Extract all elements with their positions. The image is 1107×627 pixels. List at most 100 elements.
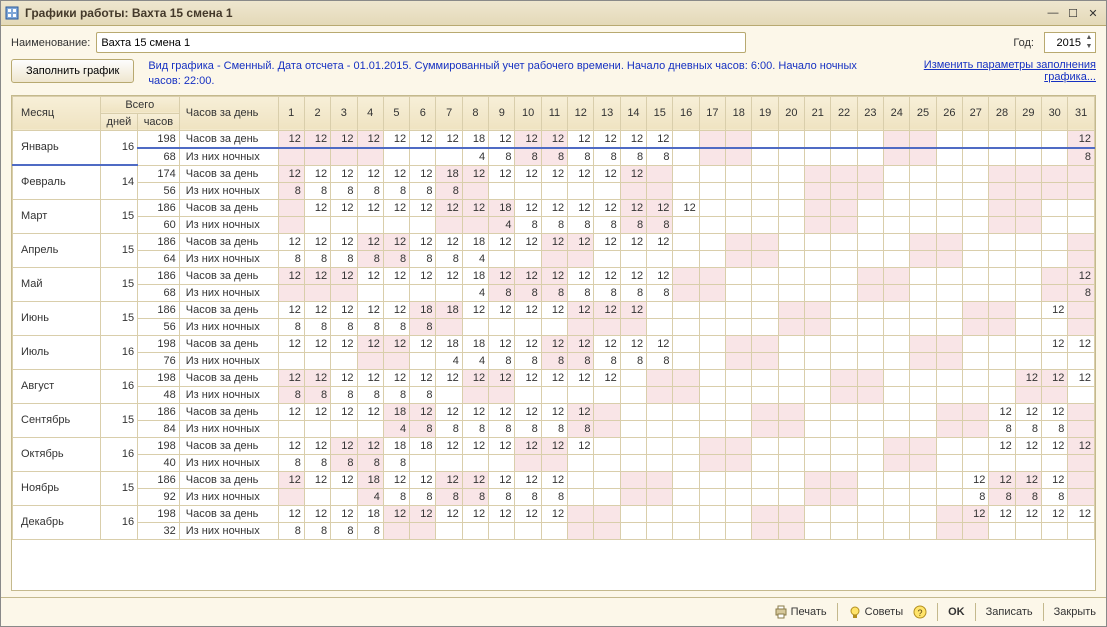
cell[interactable] <box>594 182 620 199</box>
cell[interactable] <box>910 130 936 148</box>
cell[interactable]: 12 <box>515 267 541 284</box>
cell[interactable] <box>884 505 910 522</box>
cell[interactable] <box>805 318 831 335</box>
cell[interactable] <box>699 403 725 420</box>
cell[interactable]: 12 <box>462 471 488 488</box>
cell[interactable]: 12 <box>436 130 462 148</box>
cell[interactable] <box>778 386 804 403</box>
cell[interactable] <box>805 216 831 233</box>
row-label-night[interactable]: Из них ночных <box>179 318 278 335</box>
cell[interactable]: 8 <box>647 284 673 301</box>
total-night[interactable]: 92 <box>138 488 180 505</box>
cell[interactable] <box>410 216 436 233</box>
cell[interactable] <box>989 352 1015 369</box>
col-day-29[interactable]: 29 <box>1015 96 1041 130</box>
cell[interactable]: 12 <box>410 233 436 250</box>
cell[interactable] <box>989 216 1015 233</box>
cell[interactable] <box>410 148 436 166</box>
cell[interactable] <box>752 233 778 250</box>
cell[interactable]: 4 <box>462 352 488 369</box>
cell[interactable] <box>673 148 699 166</box>
cell[interactable] <box>541 318 567 335</box>
cell[interactable]: 8 <box>515 420 541 437</box>
year-spinner[interactable]: ▲ ▼ <box>1044 32 1096 53</box>
cell[interactable]: 12 <box>1015 403 1041 420</box>
cell[interactable] <box>989 284 1015 301</box>
total-hours[interactable]: 198 <box>138 437 180 454</box>
cell[interactable] <box>884 318 910 335</box>
cell[interactable] <box>857 386 883 403</box>
cell[interactable] <box>752 250 778 267</box>
cell[interactable] <box>1015 216 1041 233</box>
schedule-grid[interactable]: МесяцВсегоЧасов за день12345678910111213… <box>11 95 1096 591</box>
cell[interactable] <box>331 420 357 437</box>
cell[interactable] <box>699 182 725 199</box>
cell[interactable]: 18 <box>383 437 409 454</box>
cell[interactable]: 12 <box>462 199 488 216</box>
cell[interactable] <box>699 199 725 216</box>
print-button[interactable]: Печать <box>774 605 827 619</box>
cell[interactable] <box>726 267 752 284</box>
cell[interactable]: 12 <box>489 437 515 454</box>
month-name[interactable]: Март <box>13 199 101 233</box>
cell[interactable] <box>857 301 883 318</box>
month-name[interactable]: Август <box>13 369 101 403</box>
month-name[interactable]: Ноябрь <box>13 471 101 505</box>
cell[interactable] <box>647 522 673 539</box>
cell[interactable]: 12 <box>594 233 620 250</box>
cell[interactable] <box>594 488 620 505</box>
cell[interactable]: 12 <box>594 369 620 386</box>
cell[interactable] <box>1042 148 1068 166</box>
cell[interactable] <box>910 403 936 420</box>
cell[interactable] <box>884 454 910 471</box>
cell[interactable] <box>726 488 752 505</box>
cell[interactable] <box>1042 352 1068 369</box>
cell[interactable]: 12 <box>515 335 541 352</box>
cell[interactable] <box>963 420 989 437</box>
cell[interactable]: 12 <box>357 403 383 420</box>
cell[interactable] <box>1042 267 1068 284</box>
cell[interactable]: 8 <box>568 148 594 166</box>
cell[interactable] <box>515 182 541 199</box>
cell[interactable] <box>831 216 857 233</box>
total-night[interactable]: 60 <box>138 216 180 233</box>
cell[interactable] <box>831 233 857 250</box>
cell[interactable] <box>515 318 541 335</box>
row-label-hpd[interactable]: Часов за день <box>179 199 278 216</box>
cell[interactable] <box>647 318 673 335</box>
cell[interactable] <box>436 318 462 335</box>
cell[interactable]: 12 <box>541 199 567 216</box>
cell[interactable] <box>568 471 594 488</box>
name-input[interactable] <box>96 32 746 53</box>
cell[interactable]: 12 <box>278 369 304 386</box>
cell[interactable] <box>805 301 831 318</box>
cell[interactable]: 8 <box>357 250 383 267</box>
cell[interactable]: 8 <box>278 182 304 199</box>
cell[interactable]: 8 <box>278 454 304 471</box>
cell[interactable]: 12 <box>383 267 409 284</box>
cell[interactable] <box>383 522 409 539</box>
cell[interactable] <box>594 437 620 454</box>
cell[interactable]: 8 <box>383 386 409 403</box>
cell[interactable] <box>489 182 515 199</box>
cell[interactable] <box>620 437 646 454</box>
col-day-2[interactable]: 2 <box>304 96 330 130</box>
total-night[interactable]: 56 <box>138 318 180 335</box>
cell[interactable] <box>462 522 488 539</box>
cell[interactable] <box>568 250 594 267</box>
cell[interactable] <box>778 267 804 284</box>
cell[interactable] <box>910 420 936 437</box>
cell[interactable]: 12 <box>515 437 541 454</box>
cell[interactable]: 4 <box>489 216 515 233</box>
cell[interactable] <box>594 454 620 471</box>
cell[interactable] <box>910 182 936 199</box>
cell[interactable] <box>989 267 1015 284</box>
cell[interactable]: 12 <box>594 267 620 284</box>
cell[interactable]: 8 <box>620 284 646 301</box>
help-button[interactable]: ? <box>913 605 927 619</box>
cell[interactable]: 12 <box>515 369 541 386</box>
cell[interactable] <box>884 267 910 284</box>
cell[interactable] <box>831 522 857 539</box>
cell[interactable] <box>805 250 831 267</box>
total-days[interactable]: 15 <box>100 301 137 335</box>
